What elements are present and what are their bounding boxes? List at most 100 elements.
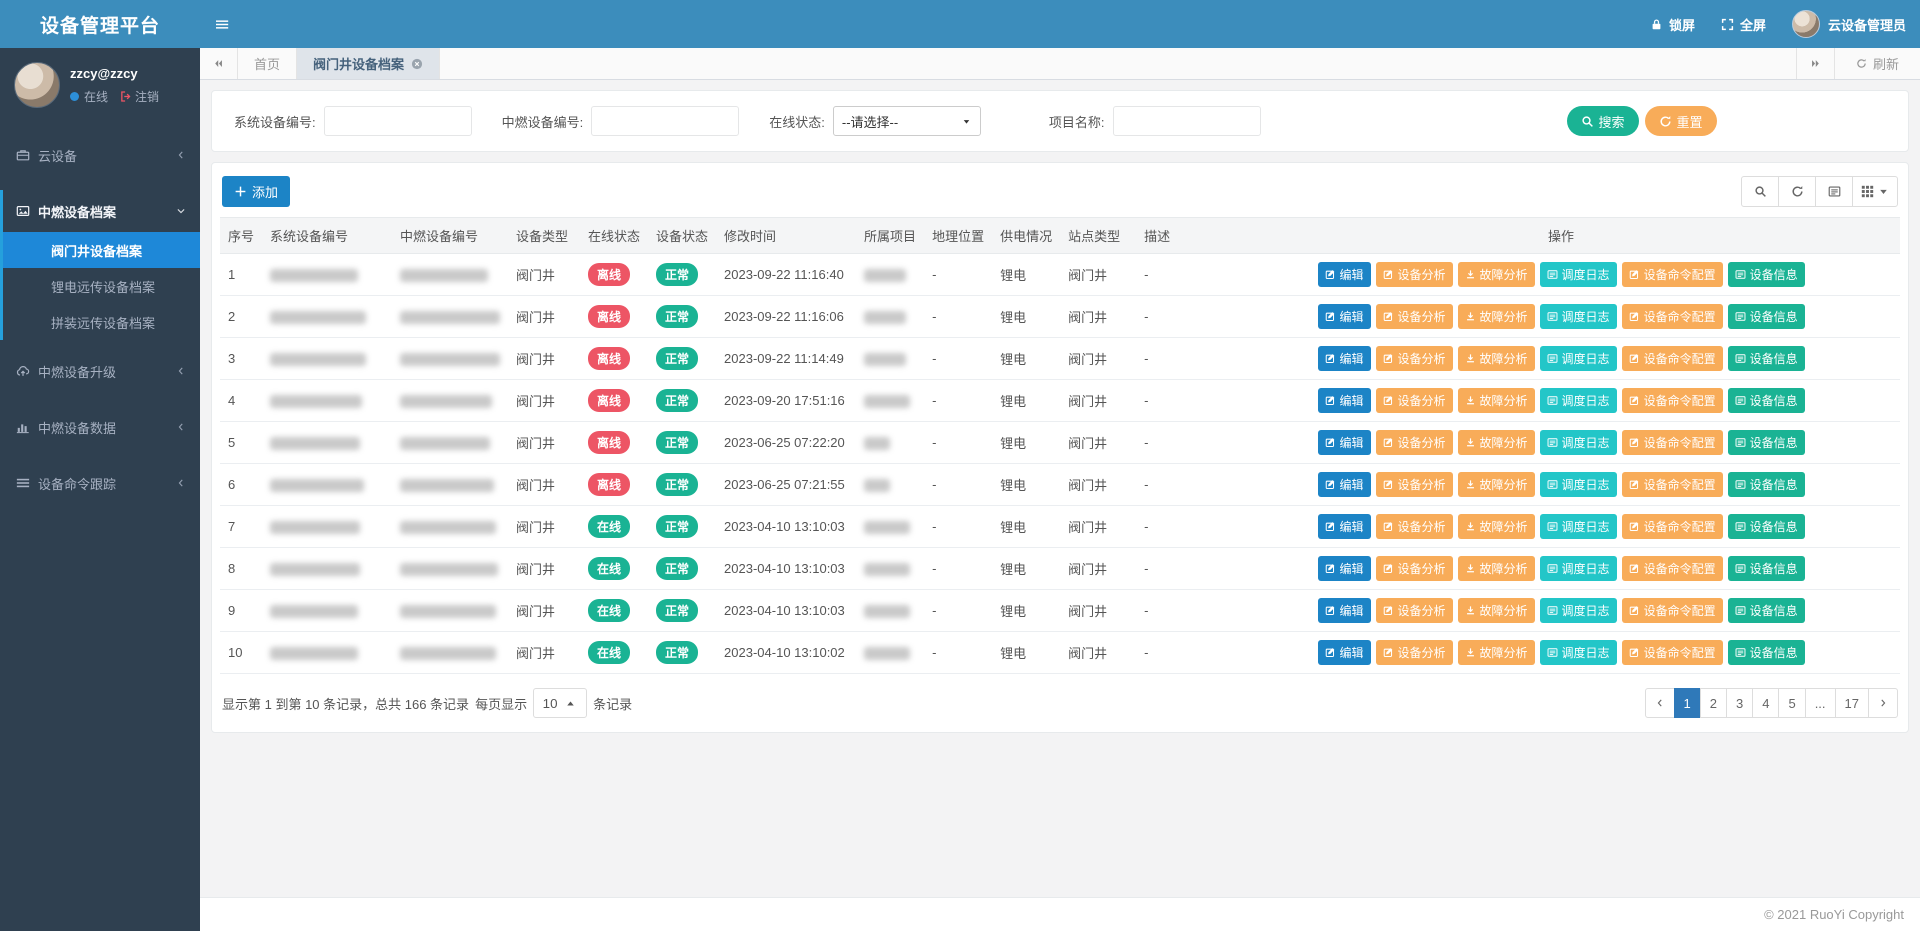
action-button-调度日志[interactable]: 调度日志 xyxy=(1540,262,1617,287)
sidebar-subitem[interactable]: 阀门井设备档案 xyxy=(3,232,200,268)
action-button-故障分析[interactable]: 故障分析 xyxy=(1458,640,1535,665)
search-button[interactable]: 搜索 xyxy=(1567,106,1639,136)
action-button-设备分析[interactable]: 设备分析 xyxy=(1376,262,1453,287)
sidebar-item[interactable]: 中燃设备数据 xyxy=(3,406,200,448)
action-button-设备信息[interactable]: 设备信息 xyxy=(1728,346,1805,371)
sidebar-item[interactable]: 中燃设备档案 xyxy=(3,190,200,232)
logout-link[interactable]: 注销 xyxy=(119,88,159,105)
action-button-故障分析[interactable]: 故障分析 xyxy=(1458,598,1535,623)
action-button-设备命令配置[interactable]: 设备命令配置 xyxy=(1622,598,1723,623)
pagination-page-button[interactable]: 5 xyxy=(1778,688,1805,718)
action-button-调度日志[interactable]: 调度日志 xyxy=(1540,598,1617,623)
action-button-编辑[interactable]: 编辑 xyxy=(1318,640,1371,665)
sidebar-item[interactable]: 设备命令跟踪 xyxy=(3,462,200,504)
action-button-编辑[interactable]: 编辑 xyxy=(1318,598,1371,623)
action-button-编辑[interactable]: 编辑 xyxy=(1318,514,1371,539)
pagination-page-button[interactable]: 4 xyxy=(1752,688,1779,718)
tabs-scroll-right-button[interactable] xyxy=(1796,48,1834,79)
lock-screen-button[interactable]: 锁屏 xyxy=(1650,15,1695,34)
pagination-page-button[interactable]: ... xyxy=(1805,688,1836,718)
action-button-编辑[interactable]: 编辑 xyxy=(1318,346,1371,371)
action-button-编辑[interactable]: 编辑 xyxy=(1318,430,1371,455)
action-button-设备命令配置[interactable]: 设备命令配置 xyxy=(1622,640,1723,665)
sidebar-item[interactable]: 中燃设备升级 xyxy=(3,350,200,392)
action-button-设备信息[interactable]: 设备信息 xyxy=(1728,640,1805,665)
fullscreen-button[interactable]: 全屏 xyxy=(1721,15,1766,34)
zr-device-no-input[interactable] xyxy=(591,106,739,136)
action-button-设备分析[interactable]: 设备分析 xyxy=(1376,556,1453,581)
action-button-故障分析[interactable]: 故障分析 xyxy=(1458,430,1535,455)
action-button-编辑[interactable]: 编辑 xyxy=(1318,472,1371,497)
action-button-编辑[interactable]: 编辑 xyxy=(1318,556,1371,581)
action-button-设备命令配置[interactable]: 设备命令配置 xyxy=(1622,514,1723,539)
action-button-调度日志[interactable]: 调度日志 xyxy=(1540,430,1617,455)
action-button-调度日志[interactable]: 调度日志 xyxy=(1540,556,1617,581)
table-card-view-button[interactable] xyxy=(1815,176,1853,207)
action-button-故障分析[interactable]: 故障分析 xyxy=(1458,388,1535,413)
action-button-设备信息[interactable]: 设备信息 xyxy=(1728,598,1805,623)
action-button-设备信息[interactable]: 设备信息 xyxy=(1728,262,1805,287)
action-button-设备命令配置[interactable]: 设备命令配置 xyxy=(1622,346,1723,371)
action-button-设备命令配置[interactable]: 设备命令配置 xyxy=(1622,430,1723,455)
action-button-调度日志[interactable]: 调度日志 xyxy=(1540,640,1617,665)
pagination-page-button[interactable]: 3 xyxy=(1726,688,1753,718)
online-status-select[interactable]: --请选择-- xyxy=(833,106,981,136)
sidebar-toggle-hamburger-icon[interactable] xyxy=(216,18,229,31)
action-button-设备信息[interactable]: 设备信息 xyxy=(1728,388,1805,413)
sidebar-subitem[interactable]: 拼装远传设备档案 xyxy=(3,304,200,340)
action-button-故障分析[interactable]: 故障分析 xyxy=(1458,472,1535,497)
add-button[interactable]: 添加 xyxy=(222,176,290,207)
action-button-设备命令配置[interactable]: 设备命令配置 xyxy=(1622,388,1723,413)
action-button-故障分析[interactable]: 故障分析 xyxy=(1458,514,1535,539)
tab-close-icon[interactable] xyxy=(411,58,423,70)
page-size-select[interactable]: 10 xyxy=(533,688,587,718)
pagination-prev-button[interactable] xyxy=(1645,688,1675,718)
action-button-调度日志[interactable]: 调度日志 xyxy=(1540,388,1617,413)
tab-refresh-button[interactable]: 刷新 xyxy=(1834,48,1920,79)
action-button-调度日志[interactable]: 调度日志 xyxy=(1540,472,1617,497)
user-avatar[interactable] xyxy=(14,62,60,108)
action-button-设备命令配置[interactable]: 设备命令配置 xyxy=(1622,472,1723,497)
table-columns-button[interactable] xyxy=(1852,176,1898,207)
action-button-设备分析[interactable]: 设备分析 xyxy=(1376,598,1453,623)
pagination-page-button[interactable]: 2 xyxy=(1700,688,1727,718)
tab-item[interactable]: 首页 xyxy=(238,48,297,79)
reset-button[interactable]: 重置 xyxy=(1645,106,1717,136)
sidebar-item[interactable]: 云设备 xyxy=(3,134,200,176)
action-button-故障分析[interactable]: 故障分析 xyxy=(1458,262,1535,287)
project-name-input[interactable] xyxy=(1113,106,1261,136)
action-button-故障分析[interactable]: 故障分析 xyxy=(1458,304,1535,329)
action-button-故障分析[interactable]: 故障分析 xyxy=(1458,346,1535,371)
tabs-scroll-left-button[interactable] xyxy=(200,48,238,79)
action-button-设备分析[interactable]: 设备分析 xyxy=(1376,430,1453,455)
action-button-编辑[interactable]: 编辑 xyxy=(1318,388,1371,413)
action-button-设备分析[interactable]: 设备分析 xyxy=(1376,640,1453,665)
tab-active[interactable]: 阀门井设备档案 xyxy=(297,48,440,79)
action-button-编辑[interactable]: 编辑 xyxy=(1318,304,1371,329)
action-button-设备信息[interactable]: 设备信息 xyxy=(1728,430,1805,455)
action-button-设备信息[interactable]: 设备信息 xyxy=(1728,472,1805,497)
action-button-设备命令配置[interactable]: 设备命令配置 xyxy=(1622,262,1723,287)
action-button-设备分析[interactable]: 设备分析 xyxy=(1376,514,1453,539)
system-device-no-input[interactable] xyxy=(324,106,472,136)
pagination-page-button[interactable]: 1 xyxy=(1674,688,1701,718)
action-button-设备信息[interactable]: 设备信息 xyxy=(1728,514,1805,539)
action-button-设备命令配置[interactable]: 设备命令配置 xyxy=(1622,304,1723,329)
action-button-编辑[interactable]: 编辑 xyxy=(1318,262,1371,287)
action-button-设备分析[interactable]: 设备分析 xyxy=(1376,388,1453,413)
sidebar-subitem[interactable]: 锂电远传设备档案 xyxy=(3,268,200,304)
action-button-设备分析[interactable]: 设备分析 xyxy=(1376,472,1453,497)
action-button-故障分析[interactable]: 故障分析 xyxy=(1458,556,1535,581)
action-button-设备信息[interactable]: 设备信息 xyxy=(1728,556,1805,581)
table-search-toggle-button[interactable] xyxy=(1741,176,1779,207)
action-button-调度日志[interactable]: 调度日志 xyxy=(1540,346,1617,371)
action-button-设备信息[interactable]: 设备信息 xyxy=(1728,304,1805,329)
table-refresh-button[interactable] xyxy=(1778,176,1816,207)
action-button-设备分析[interactable]: 设备分析 xyxy=(1376,304,1453,329)
pagination-page-button[interactable]: 17 xyxy=(1835,688,1869,718)
user-menu[interactable]: 云设备管理员 xyxy=(1792,10,1906,38)
action-button-设备命令配置[interactable]: 设备命令配置 xyxy=(1622,556,1723,581)
action-button-调度日志[interactable]: 调度日志 xyxy=(1540,304,1617,329)
action-button-设备分析[interactable]: 设备分析 xyxy=(1376,346,1453,371)
action-button-调度日志[interactable]: 调度日志 xyxy=(1540,514,1617,539)
